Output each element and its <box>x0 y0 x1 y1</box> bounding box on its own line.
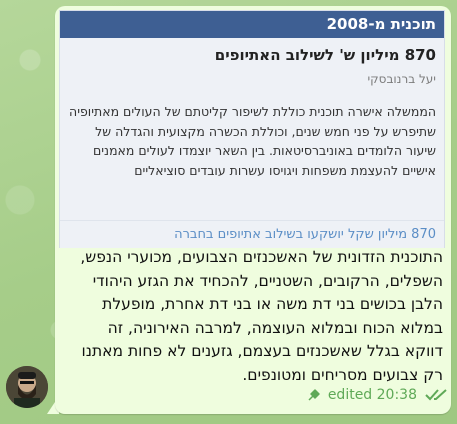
link-preview-card[interactable]: תוכנית מ-2008 870 מיליון ש' לשילוב האתיו… <box>59 10 445 248</box>
card-title: 870 מיליון ש' לשילוב האתיופים <box>214 46 436 64</box>
status-text: edited 20:38 <box>327 387 417 403</box>
pin-icon <box>308 389 320 401</box>
card-footer-link[interactable]: 870 מיליון שקל יושקעו בשילוב אתיופים בחב… <box>60 220 444 248</box>
avatar-image <box>6 366 48 408</box>
message-meta: edited 20:38 <box>306 384 417 406</box>
avatar[interactable] <box>6 366 48 408</box>
message-text: התוכנית הזדונית של האשכנזים הצבועים, מכו… <box>80 248 443 384</box>
card-author: יעל ברנובסקי <box>367 72 436 86</box>
card-body: 870 מיליון ש' לשילוב האתיופים יעל ברנובס… <box>60 38 444 220</box>
message-bubble[interactable]: תוכנית מ-2008 870 מיליון ש' לשילוב האתיו… <box>55 6 451 414</box>
card-header: תוכנית מ-2008 <box>60 11 444 38</box>
double-check-icon <box>425 389 447 401</box>
card-text: הממשלה אישרה תוכנית כוללת לשיפור קליטתם … <box>69 104 436 178</box>
